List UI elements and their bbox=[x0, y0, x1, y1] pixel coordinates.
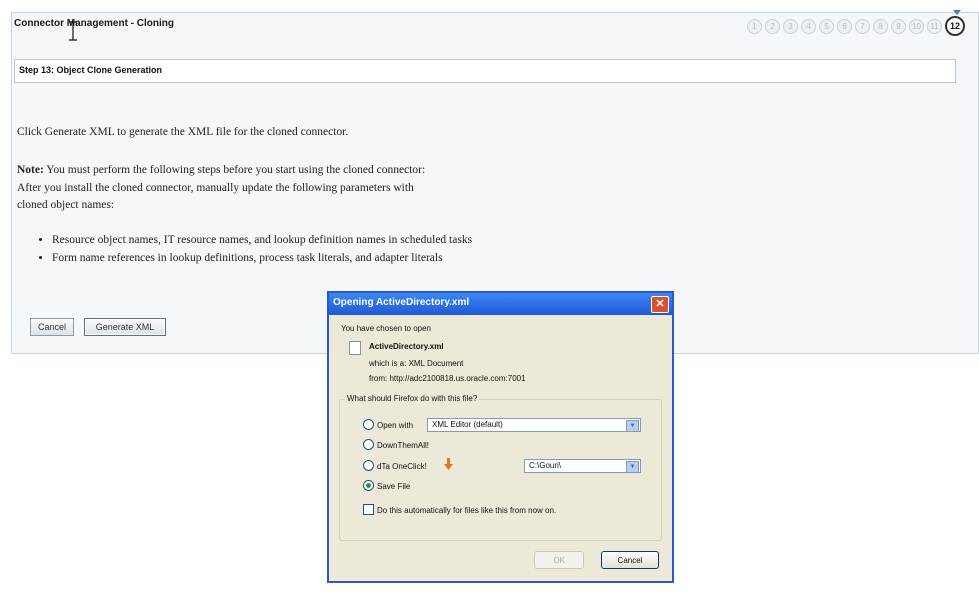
after-install-line-2: cloned object names: bbox=[17, 199, 115, 211]
intro-text: Click Generate XML to generate the XML f… bbox=[17, 126, 349, 138]
dta-oneclick-radio[interactable] bbox=[363, 460, 374, 471]
step-indicator: 1 2 3 4 5 6 7 8 9 10 11 12 bbox=[747, 16, 965, 36]
step-3[interactable]: 3 bbox=[783, 18, 798, 34]
dialog-titlebar[interactable]: Opening ActiveDirectory.xml ✕ bbox=[329, 293, 672, 315]
open-file-dialog: Opening ActiveDirectory.xml ✕ You have c… bbox=[327, 291, 674, 583]
step-1[interactable]: 1 bbox=[747, 18, 762, 34]
step-current: 12 bbox=[945, 16, 965, 36]
open-with-radio[interactable] bbox=[363, 419, 374, 430]
open-with-select[interactable]: XML Editor (default) ▼ bbox=[427, 418, 641, 432]
auto-checkbox[interactable] bbox=[363, 504, 374, 515]
close-icon[interactable]: ✕ bbox=[651, 296, 669, 313]
file-name: ActiveDirectory.xml bbox=[369, 342, 444, 351]
current-step-marker-icon bbox=[953, 10, 961, 15]
dialog-cancel-button[interactable]: Cancel bbox=[601, 551, 659, 569]
after-install-line-1: After you install the cloned connector, … bbox=[17, 182, 414, 194]
page-title: Connector Management - Cloning bbox=[14, 18, 174, 29]
auto-checkbox-label: Do this automatically for files like thi… bbox=[377, 506, 557, 515]
step-6[interactable]: 6 bbox=[837, 18, 852, 34]
open-with-label: Open with bbox=[377, 421, 414, 430]
dta-arrow-icon bbox=[444, 458, 453, 470]
xml-file-icon bbox=[349, 341, 361, 355]
parameter-list: Resource object names, IT resource names… bbox=[38, 232, 492, 268]
step-4[interactable]: 4 bbox=[801, 18, 816, 34]
ok-button[interactable]: OK bbox=[534, 551, 584, 569]
step-2[interactable]: 2 bbox=[765, 18, 780, 34]
step-9[interactable]: 9 bbox=[891, 18, 906, 34]
step-header: Step 13: Object Clone Generation bbox=[14, 59, 956, 83]
chosen-text: You have chosen to open bbox=[341, 324, 432, 333]
dialog-title: Opening ActiveDirectory.xml bbox=[333, 297, 470, 308]
list-item: Form name references in lookup definitio… bbox=[52, 250, 492, 266]
save-file-label: Save File bbox=[377, 482, 411, 491]
action-question: What should Firefox do with this file? bbox=[345, 394, 480, 403]
chevron-down-icon[interactable]: ▼ bbox=[626, 420, 639, 432]
dta-path-select[interactable]: C:\Gouri\ ▼ bbox=[524, 459, 641, 473]
step-11[interactable]: 11 bbox=[927, 18, 942, 34]
list-item: Resource object names, IT resource names… bbox=[52, 232, 492, 248]
step-header-label: Step 13: Object Clone Generation bbox=[19, 65, 163, 75]
note-line: Note: You must perform the following ste… bbox=[17, 164, 425, 176]
step-7[interactable]: 7 bbox=[855, 18, 870, 34]
step-5[interactable]: 5 bbox=[819, 18, 834, 34]
dta-path-value: C:\Gouri\ bbox=[529, 461, 562, 470]
cancel-button[interactable]: Cancel bbox=[30, 318, 74, 336]
downthemall-radio[interactable] bbox=[363, 439, 374, 450]
note-text: You must perform the following steps bef… bbox=[43, 164, 426, 176]
chevron-down-icon[interactable]: ▼ bbox=[626, 461, 639, 473]
open-with-value: XML Editor (default) bbox=[432, 420, 503, 429]
file-source: from: http://adc2100818.us.oracle.com:70… bbox=[369, 374, 526, 383]
note-label: Note: bbox=[17, 164, 44, 176]
file-type: which is a: XML Document bbox=[369, 359, 464, 368]
save-file-radio[interactable] bbox=[363, 480, 374, 491]
dta-oneclick-label: dTa OneClick! bbox=[377, 462, 427, 471]
generate-xml-button[interactable]: Generate XML bbox=[84, 318, 166, 336]
downthemall-label: DownThemAll! bbox=[377, 441, 430, 450]
text-cursor-icon bbox=[69, 21, 77, 41]
step-10[interactable]: 10 bbox=[909, 18, 924, 34]
step-8[interactable]: 8 bbox=[873, 18, 888, 34]
